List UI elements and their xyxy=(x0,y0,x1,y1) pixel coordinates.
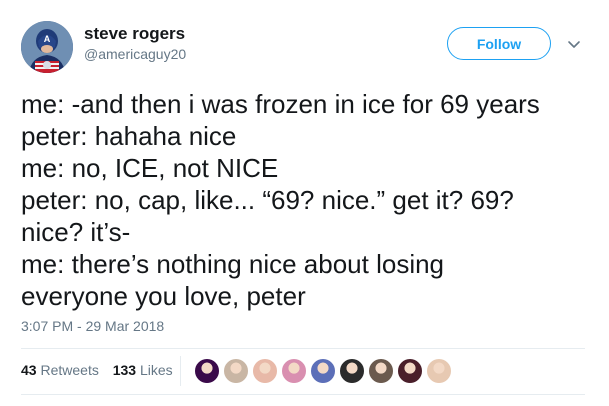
follow-button[interactable]: Follow xyxy=(447,27,551,60)
chevron-down-icon[interactable] xyxy=(567,37,581,51)
svg-text:A: A xyxy=(44,34,51,44)
liker-avatar[interactable] xyxy=(425,357,453,385)
user-name[interactable]: steve rogers xyxy=(84,24,185,44)
captain-america-avatar-icon: A xyxy=(21,21,73,73)
tweet-line: peter: hahaha nice xyxy=(21,121,237,151)
divider xyxy=(21,348,585,349)
liker-avatar[interactable] xyxy=(280,357,308,385)
liker-avatar[interactable] xyxy=(193,357,221,385)
tweet-line: everyone you love, peter xyxy=(21,281,306,311)
tweet-line: me: no, ICE, not NICE xyxy=(21,153,279,183)
likes-count: 133 xyxy=(112,362,137,378)
divider xyxy=(21,394,585,395)
retweets-count: 43 xyxy=(21,362,37,378)
stats-separator xyxy=(180,356,181,386)
liker-avatar[interactable] xyxy=(396,357,424,385)
tweet-text: me: -and then i was frozen in ice for 69… xyxy=(21,88,591,312)
retweets-stat[interactable]: 43 Retweets xyxy=(21,362,99,378)
liker-avatar[interactable] xyxy=(251,357,279,385)
liker-avatar[interactable] xyxy=(367,357,395,385)
likes-stat[interactable]: 133 Likes xyxy=(113,362,173,378)
tweet-line: nice? it’s- xyxy=(21,217,131,247)
tweet-timestamp[interactable]: 3:07 PM - 29 Mar 2018 xyxy=(21,318,164,334)
liker-avatar[interactable] xyxy=(338,357,366,385)
likes-label: Likes xyxy=(139,362,173,378)
liker-avatar[interactable] xyxy=(222,357,250,385)
tweet-line: me: there’s nothing nice about losing xyxy=(21,249,445,279)
liker-avatar[interactable] xyxy=(309,357,337,385)
tweet-line: me: -and then i was frozen in ice for 69… xyxy=(21,89,540,119)
tweet-line: peter: no, cap, like... “69? nice.” get … xyxy=(21,185,514,215)
retweets-label: Retweets xyxy=(40,362,99,378)
user-handle[interactable]: @americaguy20 xyxy=(84,46,186,62)
tweet-stats: 43 Retweets 133 Likes xyxy=(21,362,183,378)
avatar[interactable]: A xyxy=(21,21,73,73)
